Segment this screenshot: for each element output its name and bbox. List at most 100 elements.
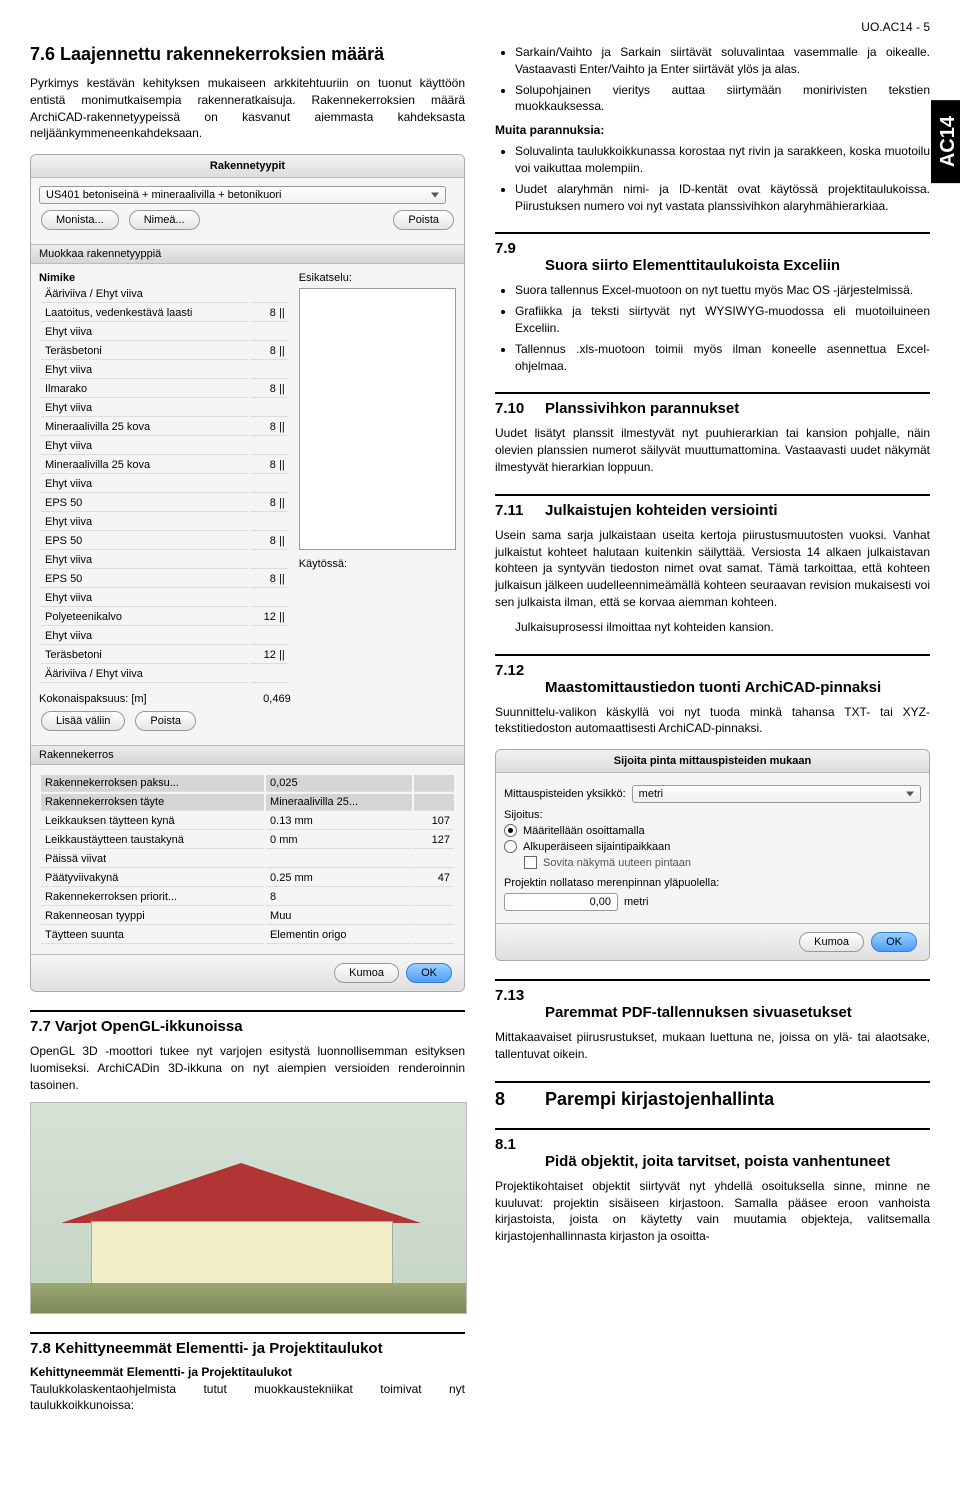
table-row[interactable]: Ääriviiva / Ehyt viiva	[41, 286, 289, 303]
para-7-8: Taulukkolaskentaohjelmista tutut muokkau…	[30, 1381, 465, 1415]
heading-7-10: 7.10Planssivihkon parannukset	[495, 392, 930, 417]
table-row[interactable]: Ehyt viiva	[41, 628, 289, 645]
heading-7-11: 7.11Julkaistujen kohteiden versiointi	[495, 494, 930, 519]
bullets-79: Suora tallennus Excel-muotoon on nyt tue…	[495, 282, 930, 374]
table-row[interactable]: Ehyt viiva	[41, 552, 289, 569]
table-row[interactable]: Polyeteenikalvo12 ||	[41, 609, 289, 626]
table-row[interactable]: Ehyt viiva	[41, 476, 289, 493]
panel2-ok-button[interactable]: OK	[871, 932, 917, 952]
proj-label: Projektin nollataso merenpinnan yläpuole…	[504, 877, 921, 889]
list-item: Sarkain/Vaihto ja Sarkain siirtävät solu…	[515, 44, 930, 78]
heading-7-9: 7.9Suora siirto Elementtitaulukoista Exc…	[495, 232, 930, 274]
panel2-kumoa-button[interactable]: Kumoa	[799, 932, 864, 952]
rk-table[interactable]: Rakennekerroksen paksu...0,025 Rakenneker…	[39, 773, 456, 946]
lisaa-valiin-button[interactable]: Lisää väliin	[41, 711, 125, 731]
para-7-11a: Usein sama sarja julkaistaan useita kert…	[495, 527, 930, 611]
para-8-1: Projektikohtaiset objektit siirtyvät nyt…	[495, 1178, 930, 1245]
list-item: Soluvalinta taulukkoikkunassa korostaa n…	[515, 143, 930, 177]
table-row[interactable]: Rakennekerroksen paksu...0,025	[41, 775, 454, 792]
list-item: Grafiikka ja teksti siirtyvät nyt WYSIWY…	[515, 303, 930, 337]
side-tab: AC14	[931, 100, 960, 183]
table-row[interactable]: Rakennekerroksen täyteMineraalivilla 25.…	[41, 794, 454, 811]
para-7-6: Pyrkimys kestävän kehityksen mukaiseen a…	[30, 75, 465, 142]
list-item: Solupohjainen vieritys auttaa siirtymään…	[515, 82, 930, 116]
proj-unit: metri	[624, 896, 648, 908]
table-row[interactable]: Ehyt viiva	[41, 324, 289, 341]
table-row[interactable]: EPS 508 ||	[41, 571, 289, 588]
table-row[interactable]: Rakenneosan tyyppiMuu	[41, 908, 454, 925]
para-7-12: Suunnittelu-valikon käskyllä voi nyt tuo…	[495, 704, 930, 738]
kaytossa-label: Käytössä:	[299, 558, 456, 570]
table-row[interactable]: Mineraalivilla 25 kova8 ||	[41, 419, 289, 436]
proj-value[interactable]: 0,00	[504, 893, 618, 911]
table-row[interactable]: Laatoitus, vedenkestävä laasti8 ||	[41, 305, 289, 322]
layers-table[interactable]: Ääriviiva / Ehyt viiva Laatoitus, vedenke…	[39, 284, 291, 685]
poista2-button[interactable]: Poista	[135, 711, 196, 731]
ok-button[interactable]: OK	[406, 963, 452, 983]
table-row[interactable]: Rakennekerroksen priorit...8	[41, 889, 454, 906]
table-row[interactable]: Ehyt viiva	[41, 590, 289, 607]
radio-osoittamalla-label: Määritellään osoittamalla	[523, 825, 645, 837]
preview-area	[299, 288, 456, 550]
table-row[interactable]: Mineraalivilla 25 kova8 ||	[41, 457, 289, 474]
radio-osoittamalla[interactable]	[504, 824, 517, 837]
list-item: Suora tallennus Excel-muotoon on nyt tue…	[515, 282, 930, 299]
heading-8: 8Parempi kirjastojenhallinta	[495, 1081, 930, 1110]
table-row[interactable]: Ehyt viiva	[41, 400, 289, 417]
thickness-label: Kokonaispaksuus: [m]	[39, 693, 147, 705]
poista-button[interactable]: Poista	[393, 210, 454, 230]
table-row[interactable]: EPS 508 ||	[41, 533, 289, 550]
para-7-13: Mittakaavaiset piirusrustukset, mukaan l…	[495, 1029, 930, 1063]
subhead-7-8: Kehittyneemmät Elementti- ja Projektitau…	[30, 1365, 465, 1379]
para-7-10: Uudet lisätyt planssit ilmestyvät nyt pu…	[495, 425, 930, 475]
esikatselu-label: Esikatselu:	[299, 272, 456, 284]
col-nimike: Nimike	[39, 272, 75, 284]
table-row[interactable]: Leikkauksen täytteen kynä0.13 mm107	[41, 813, 454, 830]
monista-button[interactable]: Monista...	[41, 210, 119, 230]
page-code: UO.AC14 - 5	[30, 20, 930, 34]
radio-alkuperaiseen[interactable]	[504, 840, 517, 853]
table-row[interactable]: Ehyt viiva	[41, 514, 289, 531]
unit-label: Mittauspisteiden yksikkö:	[504, 788, 626, 800]
table-row[interactable]: Ääriviiva / Ehyt viiva	[41, 666, 289, 683]
heading-7-13: 7.13Paremmat PDF-tallennuksen sivuasetuk…	[495, 979, 930, 1021]
sijoitus-label: Sijoitus:	[504, 809, 921, 821]
table-row[interactable]: Leikkaustäytteen taustakynä0 mm127	[41, 832, 454, 849]
heading-7-12: 7.12Maastomittaustiedon tuonti ArchiCAD-…	[495, 654, 930, 696]
subpanel-rakennekerros[interactable]: Rakennekerros	[31, 745, 464, 765]
heading-7-7: 7.7 Varjot OpenGL-ikkunoissa	[30, 1010, 465, 1035]
heading-7-6: 7.6 Laajennettu rakennekerroksien määrä	[30, 44, 465, 65]
heading-8-1: 8.1Pidä objektit, joita tarvitset, poist…	[495, 1128, 930, 1170]
list-item: Tallennus .xls-muotoon toimii myös ilman…	[515, 341, 930, 375]
list-item: Uudet alaryhmän nimi- ja ID-kentät ovat …	[515, 181, 930, 215]
table-row[interactable]: Päissä viivat	[41, 851, 454, 868]
panel2-title: Sijoita pinta mittauspisteiden mukaan	[496, 750, 929, 773]
heading-7-8: 7.8 Kehittyneemmät Elementti- ja Projekt…	[30, 1332, 465, 1357]
table-row[interactable]: Päätyviivakynä0.25 mm47	[41, 870, 454, 887]
bullets-1: Sarkain/Vaihto ja Sarkain siirtävät solu…	[495, 44, 930, 115]
table-row[interactable]: Ehyt viiva	[41, 362, 289, 379]
para-7-7: OpenGL 3D -moottori tukee nyt varjojen e…	[30, 1043, 465, 1093]
table-row[interactable]: EPS 508 ||	[41, 495, 289, 512]
bullets-2: Soluvalinta taulukkoikkunassa korostaa n…	[495, 143, 930, 214]
nimea-button[interactable]: Nimeä...	[129, 210, 200, 230]
table-row[interactable]: Teräsbetoni12 ||	[41, 647, 289, 664]
unit-select[interactable]: metri	[632, 785, 921, 803]
chk-sovita-label: Sovita näkymä uuteen pintaan	[543, 857, 691, 869]
kumoa-button[interactable]: Kumoa	[334, 963, 399, 983]
table-row[interactable]: Teräsbetoni8 ||	[41, 343, 289, 360]
muita-head: Muita parannuksia:	[495, 123, 930, 137]
rakennetyyppi-select[interactable]: US401 betoniseinä + mineraalivilla + bet…	[39, 186, 446, 204]
panel-rakennetyypit: Rakennetyypit US401 betoniseinä + minera…	[30, 154, 465, 992]
table-row[interactable]: Täytteen suuntaElementin origo	[41, 927, 454, 944]
panel-title: Rakennetyypit	[31, 155, 464, 178]
panel-sijoita: Sijoita pinta mittauspisteiden mukaan Mi…	[495, 749, 930, 961]
subpanel-muokkaa[interactable]: Muokkaa rakennetyyppiä	[31, 244, 464, 264]
para-7-11b: Julkaisuprosessi ilmoittaa nyt kohteiden…	[495, 619, 930, 636]
radio-alkuperaiseen-label: Alkuperäiseen sijaintipaikkaan	[523, 841, 670, 853]
thickness-value: 0,469	[263, 693, 291, 705]
table-row[interactable]: Ehyt viiva	[41, 438, 289, 455]
house-render	[30, 1102, 467, 1314]
table-row[interactable]: Ilmarako8 ||	[41, 381, 289, 398]
chk-sovita[interactable]	[524, 856, 537, 869]
